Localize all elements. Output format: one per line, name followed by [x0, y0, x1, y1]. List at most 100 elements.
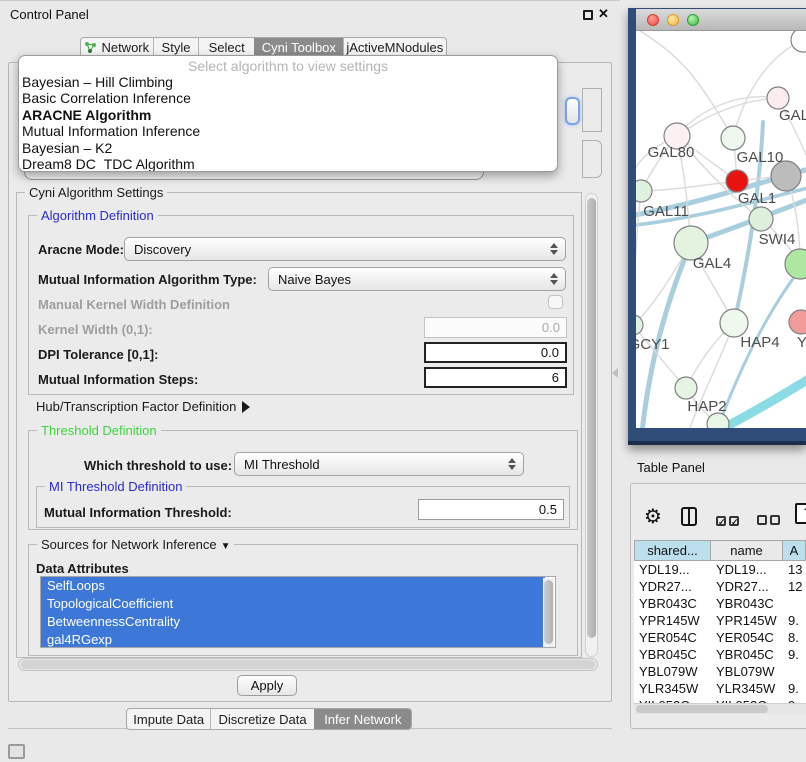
data-attribute-item[interactable]: SelfLoops: [41, 577, 545, 595]
scrollbar-thumb[interactable]: [636, 705, 768, 713]
hub-section-toggle[interactable]: Hub/Transcription Factor Definition: [36, 399, 250, 414]
dpi-tolerance-field[interactable]: 0.0: [424, 342, 567, 363]
algorithm-menu-item[interactable]: Dream8 DC_TDC Algorithm: [19, 156, 557, 172]
hidden-group-fragment: [582, 88, 602, 132]
table-horizontal-scrollbar[interactable]: [634, 703, 806, 714]
kernel-width-label: Kernel Width (0,1):: [38, 322, 153, 337]
network-node[interactable]: [749, 207, 773, 231]
which-threshold-label: Which threshold to use:: [84, 458, 232, 473]
mi-threshold-field[interactable]: 0.5: [418, 499, 564, 520]
network-node-label: SWI4: [759, 231, 796, 248]
control-panel-titlebar: Control Panel ✕: [0, 0, 620, 26]
network-node[interactable]: [785, 249, 806, 279]
settings-vertical-scrollbar[interactable]: [585, 193, 598, 657]
network-node-label: GAL10: [737, 149, 784, 166]
column-header-shared-name[interactable]: shared...: [634, 540, 711, 561]
network-node-label: HAP4: [740, 334, 779, 351]
new-table-icon[interactable]: [795, 503, 806, 524]
close-traffic-light-icon[interactable]: [647, 14, 659, 26]
scrollbar-thumb[interactable]: [544, 580, 553, 644]
threshold-definition-title: Threshold Definition: [37, 423, 161, 438]
network-node[interactable]: [789, 310, 806, 334]
network-node[interactable]: [720, 309, 748, 337]
network-window-titlebar[interactable]: [636, 9, 806, 31]
network-node[interactable]: [791, 31, 806, 52]
combo-value: Naive Bayes: [278, 272, 351, 287]
network-node[interactable]: [707, 413, 729, 428]
network-node[interactable]: [675, 377, 697, 399]
network-node[interactable]: [636, 180, 652, 202]
algorithm-menu-item[interactable]: Basic Correlation Inference: [19, 90, 557, 106]
tab-impute-data[interactable]: Impute Data: [127, 709, 210, 729]
show-columns-icon[interactable]: ✓✓: [716, 512, 742, 530]
mi-threshold-group-title: MI Threshold Definition: [45, 479, 186, 494]
mi-type-combo[interactable]: Naive Bayes: [268, 267, 566, 291]
table-row[interactable]: YBR043CYBR043C: [634, 595, 806, 612]
table-row[interactable]: YDL19...YDL19...13: [634, 561, 806, 578]
which-threshold-combo[interactable]: MI Threshold: [234, 452, 524, 476]
scrollbar-thumb[interactable]: [587, 198, 596, 638]
tab-label: Style: [162, 40, 191, 55]
table-cell: YDR27...: [634, 578, 711, 595]
network-node[interactable]: [636, 315, 643, 335]
algorithm-dropdown-popup: Select algorithm to view settings Bayesi…: [18, 55, 558, 172]
algorithm-menu-item[interactable]: Bayesian – K2: [19, 140, 557, 156]
column-header-partial[interactable]: A: [783, 540, 806, 561]
table-row[interactable]: YBR045CYBR045C9.: [634, 646, 806, 663]
mi-steps-field[interactable]: 6: [424, 367, 567, 388]
table-row[interactable]: YER054CYER054C8.: [634, 629, 806, 646]
network-node[interactable]: [726, 170, 748, 192]
table-row[interactable]: YPR145WYPR145W9.: [634, 612, 806, 629]
table-cell: 13: [783, 561, 806, 578]
minimize-traffic-light-icon[interactable]: [667, 14, 679, 26]
network-canvas[interactable]: GALGAL80GAL10GAL1GAL11SWI4GAL4GCY1HAP4YH…: [636, 31, 806, 428]
table-row[interactable]: YDR27...YDR27...12: [634, 578, 806, 595]
kernel-width-field[interactable]: 0.0: [424, 317, 567, 338]
network-node[interactable]: [721, 126, 745, 150]
table-cell: YER054C: [634, 629, 711, 646]
algorithm-menu-item[interactable]: Bayesian – Hill Climbing: [19, 74, 557, 90]
column-header-name[interactable]: name: [711, 540, 783, 561]
focused-combo-fragment[interactable]: [565, 97, 580, 125]
float-window-icon[interactable]: [583, 10, 593, 20]
zoom-traffic-light-icon[interactable]: [687, 14, 699, 26]
data-attributes-label: Data Attributes: [36, 561, 129, 576]
network-node-label: GAL80: [648, 144, 695, 161]
settings-horizontal-scrollbar[interactable]: [18, 658, 598, 671]
network-node[interactable]: [767, 87, 789, 109]
table-cell: YBL079W: [711, 663, 783, 680]
close-icon[interactable]: ✕: [598, 6, 609, 22]
show-panel-icon[interactable]: [8, 744, 25, 759]
tab-label: Network: [101, 40, 149, 55]
gear-icon[interactable]: ⚙: [644, 504, 662, 528]
list-scrollbar[interactable]: [543, 578, 554, 648]
data-attribute-item[interactable]: gal4RGexp: [41, 631, 545, 648]
tab-infer-network[interactable]: Infer Network: [314, 709, 411, 729]
algorithm-menu-item[interactable]: ARACNE Algorithm: [19, 107, 557, 123]
popup-placeholder: Select algorithm to view settings: [19, 58, 557, 74]
data-attribute-item[interactable]: BetweennessCentrality: [41, 613, 545, 631]
tab-discretize-data[interactable]: Discretize Data: [210, 709, 313, 729]
network-edge: [640, 31, 733, 138]
tab-label: Select: [209, 40, 245, 55]
scrollbar-thumb[interactable]: [21, 660, 595, 669]
data-attribute-item[interactable]: TopologicalCoefficient: [41, 595, 545, 613]
algorithm-definition-title: Algorithm Definition: [37, 208, 158, 223]
table-cell: YPR145W: [711, 612, 783, 629]
table-cell: 12: [783, 578, 806, 595]
checked-box-icon: ✓: [729, 516, 739, 526]
splitter-handle-icon[interactable]: [612, 368, 618, 378]
hide-columns-icon[interactable]: [757, 512, 783, 530]
network-node-label: GCY1: [636, 336, 669, 353]
table-row[interactable]: YBL079WYBL079W: [634, 663, 806, 680]
network-icon: [84, 41, 97, 54]
sources-group-title[interactable]: Sources for Network Inference▼: [37, 537, 234, 552]
aracne-mode-combo[interactable]: Discovery: [124, 237, 566, 261]
table-cell: YBL079W: [634, 663, 711, 680]
split-columns-icon[interactable]: [681, 507, 697, 526]
table-row[interactable]: YLR345WYLR345W9.: [634, 680, 806, 697]
manual-kernel-checkbox[interactable]: [548, 295, 563, 309]
apply-button[interactable]: Apply: [237, 675, 297, 696]
network-edge: [636, 191, 641, 325]
algorithm-menu-item[interactable]: Mutual Information Inference: [19, 123, 557, 139]
